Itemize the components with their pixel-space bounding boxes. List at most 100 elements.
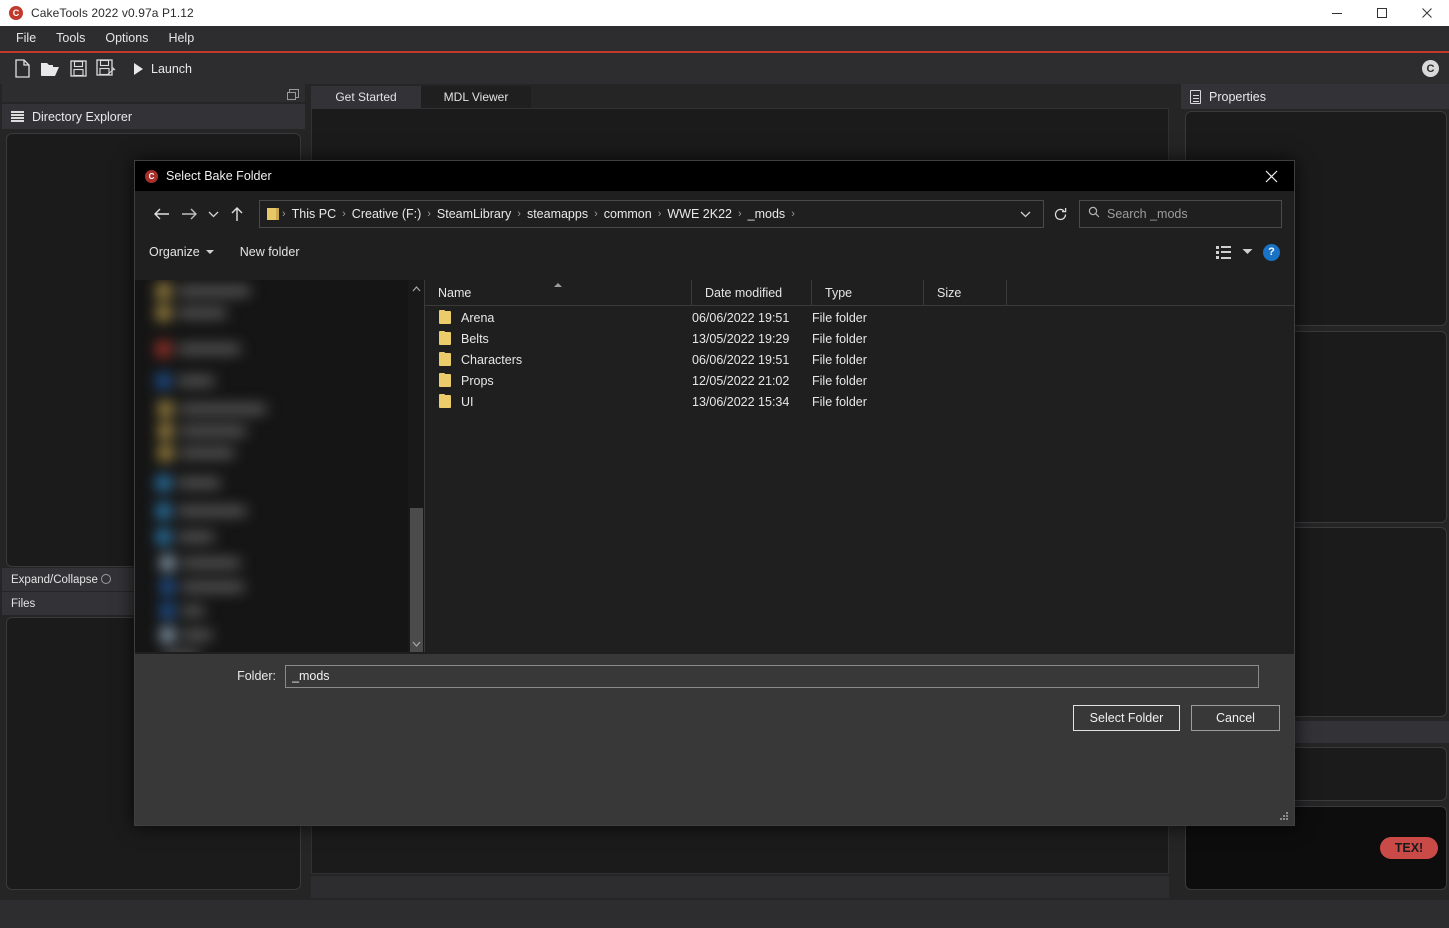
files-label: Files <box>11 597 36 610</box>
date-modified-cell: 13/05/2022 19:29 <box>692 331 790 346</box>
scrollbar-thumb[interactable] <box>410 508 423 652</box>
breadcrumb-this-pc[interactable]: This PC <box>287 207 341 221</box>
breadcrumb-common[interactable]: common <box>599 207 657 221</box>
up-one-level-icon[interactable] <box>223 200 251 228</box>
new-folder-label: New folder <box>239 245 300 259</box>
select-folder-button[interactable]: Select Folder <box>1073 705 1180 731</box>
date-modified-cell: 06/06/2022 19:51 <box>692 352 790 367</box>
table-row[interactable]: Characters 06/06/2022 19:51 File folder <box>425 349 1294 370</box>
breadcrumb-steamapps[interactable]: steamapps <box>522 207 593 221</box>
play-icon <box>134 62 143 75</box>
file-name-label: UI <box>461 394 474 409</box>
open-folder-icon[interactable] <box>36 56 64 82</box>
recent-locations-icon[interactable] <box>203 200 223 228</box>
help-icon[interactable]: ? <box>1263 243 1280 261</box>
file-name-cell: Arena <box>425 310 692 325</box>
organize-label: Organize <box>149 245 200 259</box>
breadcrumb-mods[interactable]: _mods <box>743 207 791 221</box>
file-name-cell: Belts <box>425 331 692 346</box>
menu-item-help[interactable]: Help <box>158 29 204 48</box>
dialog-footer: Folder: Select Folder Cancel <box>135 654 1294 825</box>
breadcrumb-steamlibrary[interactable]: SteamLibrary <box>432 207 516 221</box>
status-badge[interactable]: TEX! <box>1380 837 1438 859</box>
folder-icon <box>439 373 451 387</box>
menu-item-options[interactable]: Options <box>95 29 158 48</box>
type-cell: File folder <box>812 331 867 346</box>
menu-item-tools[interactable]: Tools <box>46 29 95 48</box>
float-panel-icon[interactable] <box>287 88 299 100</box>
save-as-icon[interactable] <box>92 56 120 82</box>
scroll-down-arrow-icon[interactable] <box>408 635 425 652</box>
refresh-icon[interactable] <box>1044 200 1076 228</box>
breadcrumb-wwe-2k22[interactable]: WWE 2K22 <box>662 207 737 221</box>
type-cell: File folder <box>812 373 867 388</box>
properties-header: Properties <box>1181 84 1449 109</box>
file-name-label: Belts <box>461 331 489 346</box>
dialog-command-bar: Organize New folder ? <box>135 237 1294 267</box>
window-controls <box>1314 0 1449 26</box>
search-input[interactable] <box>1107 207 1267 221</box>
minimize-button[interactable] <box>1314 0 1359 26</box>
dialog-title: Select Bake Folder <box>166 169 272 183</box>
file-list-header: Name Date modified Type Size <box>425 280 1294 306</box>
view-options-caret-icon[interactable] <box>1242 247 1253 258</box>
table-row[interactable]: Props 12/05/2022 21:02 File folder <box>425 370 1294 391</box>
date-modified-cell: 06/06/2022 19:51 <box>692 310 790 325</box>
brand-logo-icon: C <box>1422 60 1439 77</box>
launch-label: Launch <box>151 61 193 76</box>
menu-item-file[interactable]: File <box>6 29 46 48</box>
file-list-pane: Name Date modified Type Size Arena 06/06… <box>425 280 1294 652</box>
address-breadcrumb-bar[interactable]: › This PC › Creative (F:) › SteamLibrary… <box>259 200 1044 228</box>
save-icon[interactable] <box>64 56 92 82</box>
navigation-pane-scrollbar[interactable] <box>408 280 425 652</box>
forward-icon[interactable] <box>175 200 203 228</box>
back-icon[interactable] <box>147 200 175 228</box>
column-header-date-modified[interactable]: Date modified <box>692 280 812 305</box>
editor-tabs: Get Started MDL Viewer <box>311 86 531 108</box>
tab-get-started[interactable]: Get Started <box>311 86 421 108</box>
dialog-close-icon[interactable] <box>1249 161 1294 191</box>
file-name-label: Props <box>461 373 494 388</box>
document-icon <box>1190 89 1201 104</box>
view-layout-icon[interactable] <box>1216 245 1232 259</box>
command-bar-right: ? <box>1216 243 1280 261</box>
type-cell: File folder <box>812 310 867 325</box>
dialog-button-row: Select Folder Cancel <box>1073 705 1280 731</box>
navigation-pane[interactable] <box>135 280 425 652</box>
cancel-button[interactable]: Cancel <box>1191 705 1280 731</box>
list-icon <box>11 111 24 122</box>
scroll-up-arrow-icon[interactable] <box>408 280 425 297</box>
resize-grip[interactable] <box>1280 812 1290 822</box>
files-section-header: Files <box>2 592 135 615</box>
breadcrumb-creative-f[interactable]: Creative (F:) <box>347 207 426 221</box>
table-row[interactable]: Belts 13/05/2022 19:29 File folder <box>425 328 1294 349</box>
column-header-name-label: Name <box>438 285 472 300</box>
maximize-button[interactable] <box>1359 0 1404 26</box>
app-title: CakeTools 2022 v0.97a P1.12 <box>31 6 194 20</box>
chevron-down-icon <box>205 250 214 254</box>
search-box[interactable] <box>1079 200 1282 228</box>
expand-collapse-label: Expand/Collapse <box>11 573 98 586</box>
navigation-tree-blurred <box>135 280 425 652</box>
tab-mdl-viewer[interactable]: MDL Viewer <box>421 86 531 108</box>
breadcrumb-folder-icon <box>266 207 281 221</box>
dialog-title-bar: C Select Bake Folder <box>135 161 1294 191</box>
table-row[interactable]: Arena 06/06/2022 19:51 File folder <box>425 307 1294 328</box>
column-header-name[interactable]: Name <box>425 280 692 305</box>
column-header-type[interactable]: Type <box>812 280 924 305</box>
new-file-icon[interactable] <box>8 56 36 82</box>
column-header-size[interactable]: Size <box>924 280 1007 305</box>
folder-input[interactable] <box>285 664 1259 688</box>
dialog-navigation-bar: › This PC › Creative (F:) › SteamLibrary… <box>135 191 1294 237</box>
left-dock-strip <box>2 84 305 102</box>
launch-button[interactable]: Launch <box>134 62 192 76</box>
folder-icon <box>439 352 451 366</box>
column-header-date-label: Date modified <box>705 285 783 300</box>
new-folder-button[interactable]: New folder <box>240 245 300 259</box>
close-button[interactable] <box>1404 0 1449 26</box>
table-row[interactable]: UI 13/06/2022 15:34 File folder <box>425 391 1294 412</box>
organize-button[interactable]: Organize <box>149 245 214 259</box>
app-logo-icon: C <box>9 6 23 20</box>
expand-collapse-toggle[interactable] <box>101 574 111 584</box>
chevron-down-icon[interactable] <box>1013 210 1037 218</box>
